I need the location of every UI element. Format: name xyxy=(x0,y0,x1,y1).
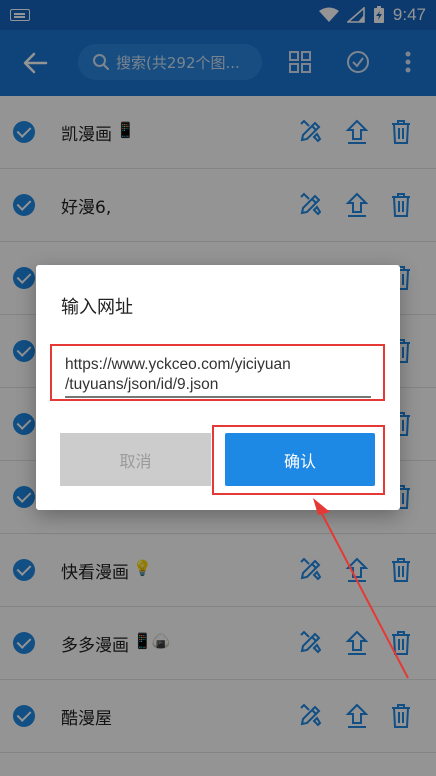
annotation-arrow xyxy=(313,498,409,679)
